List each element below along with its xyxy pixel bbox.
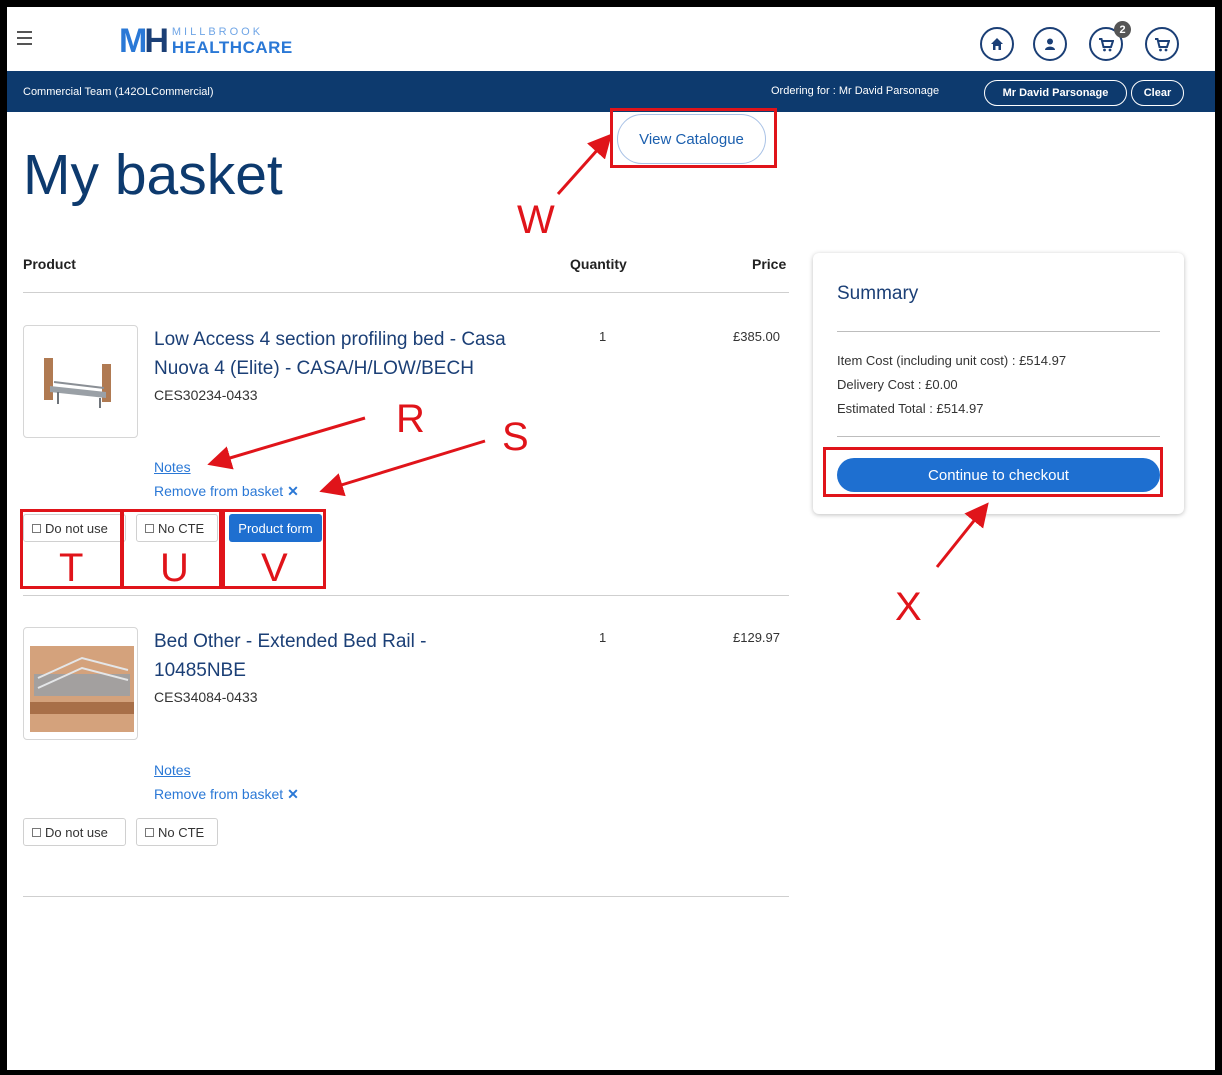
account-button[interactable] — [1033, 27, 1067, 61]
divider — [837, 331, 1160, 332]
basket-button[interactable]: 2 — [1089, 21, 1131, 61]
remove-from-basket-link[interactable]: Remove from basket ✕ — [154, 483, 299, 500]
arrow-x — [935, 502, 989, 568]
quantity-value: 1 — [599, 329, 607, 344]
page-title: My basket — [23, 143, 283, 207]
delivery-cost: Delivery Cost : £0.00 — [837, 377, 958, 392]
product-code: CES30234-0433 — [154, 387, 258, 403]
top-bar: MH MILLBROOK HEALTHCARE 2 — [7, 7, 1215, 71]
home-icon — [991, 38, 1003, 50]
divider — [837, 436, 1160, 437]
column-header-product: Product — [23, 256, 76, 272]
basket-icon — [1099, 37, 1114, 51]
divider — [23, 292, 789, 293]
bed-rail-image — [30, 646, 134, 732]
quantity-value: 1 — [599, 630, 607, 645]
annotation-label-r: R — [396, 397, 425, 441]
divider — [23, 896, 789, 897]
remove-from-basket-link[interactable]: Remove from basket ✕ — [154, 786, 299, 803]
annotation-box-w — [610, 108, 777, 168]
logo-top-text: MILLBROOK — [171, 25, 264, 38]
do-not-use-label: Do not use — [45, 824, 108, 840]
remove-label: Remove from basket — [154, 483, 284, 499]
divider — [23, 595, 789, 596]
checkbox-icon — [32, 827, 41, 837]
remove-label: Remove from basket — [154, 786, 284, 802]
annotation-box-x — [823, 447, 1163, 497]
user-icon — [1045, 38, 1055, 50]
estimated-total: Estimated Total : £514.97 — [837, 401, 984, 416]
home-button[interactable] — [980, 27, 1014, 61]
product-image[interactable] — [23, 627, 138, 740]
notes-link[interactable]: Notes — [154, 459, 191, 475]
annotation-label-v: V — [261, 546, 288, 590]
team-label: Commercial Team (142OLCommercial) — [23, 86, 214, 98]
annotation-label-t: T — [59, 546, 84, 590]
column-header-quantity: Quantity — [570, 256, 627, 272]
summary-title: Summary — [837, 283, 919, 304]
item-cost: Item Cost (including unit cost) : £514.9… — [837, 353, 1067, 368]
logo-mark: MH — [119, 22, 169, 60]
cart-icon — [1155, 37, 1170, 51]
do-not-use-checkbox[interactable]: Do not use — [23, 818, 126, 846]
product-image[interactable] — [23, 325, 138, 438]
browser-frame: MH MILLBROOK HEALTHCARE 2 Commercial Tea… — [7, 7, 1215, 1070]
cart-count-badge: 2 — [1114, 21, 1131, 38]
annotation-label-x: X — [895, 585, 922, 629]
menu-icon[interactable] — [17, 31, 32, 45]
logo-bottom-text: HEALTHCARE — [171, 37, 293, 57]
clear-button[interactable]: Clear — [1131, 80, 1184, 106]
arrow-s — [319, 439, 486, 497]
account-bar: Commercial Team (142OLCommercial) Orderi… — [7, 71, 1215, 112]
no-cte-checkbox[interactable]: No CTE — [136, 818, 218, 846]
close-icon: ✕ — [287, 786, 299, 802]
product-name[interactable]: Bed Other - Extended Bed Rail - 10485NBE — [154, 627, 454, 685]
annotation-label-u: U — [160, 546, 189, 590]
price-value: £385.00 — [733, 329, 780, 344]
arrow-w — [556, 133, 612, 195]
bed-image — [44, 358, 111, 408]
ordering-for-label: Ordering for : Mr David Parsonage — [771, 85, 940, 97]
product-name[interactable]: Low Access 4 section profiling bed - Cas… — [154, 325, 544, 383]
column-header-price: Price — [752, 256, 787, 272]
annotation-label-s: S — [502, 415, 529, 459]
customer-button[interactable]: Mr David Parsonage — [984, 80, 1127, 106]
notes-link[interactable]: Notes — [154, 762, 191, 778]
close-icon: ✕ — [287, 483, 299, 499]
no-cte-label: No CTE — [158, 824, 205, 840]
millbrook-logo[interactable]: MH MILLBROOK HEALTHCARE — [119, 24, 293, 58]
price-value: £129.97 — [733, 630, 780, 645]
cart-button[interactable] — [1145, 27, 1179, 61]
arrow-r — [207, 416, 366, 470]
annotation-label-w: W — [517, 198, 555, 242]
checkbox-icon — [145, 827, 154, 837]
product-code: CES34084-0433 — [154, 689, 258, 705]
